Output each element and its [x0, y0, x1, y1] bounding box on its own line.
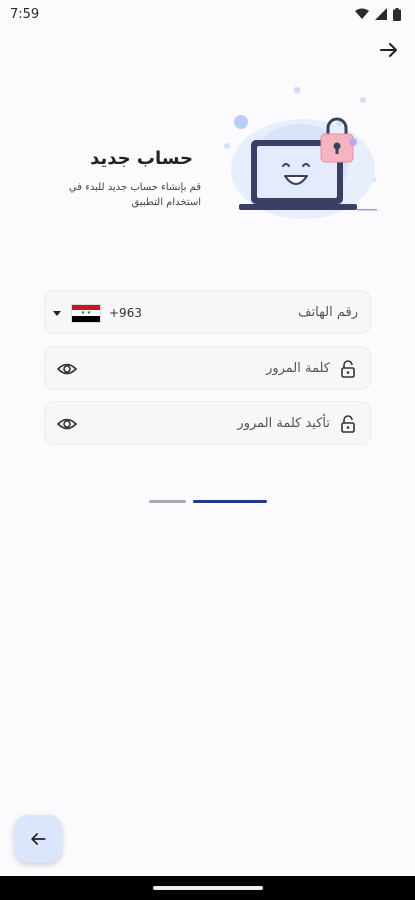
lock-icon [341, 360, 355, 378]
page-indicator-inactive [149, 500, 186, 503]
signal-icon [375, 8, 387, 20]
country-code: +963 [109, 306, 142, 320]
phone-field[interactable]: رقم الهاتف ★ ★ +963 [44, 290, 371, 334]
page-indicator-active [193, 500, 267, 503]
page-title: حساب جديد [90, 148, 193, 169]
lock-icon [341, 415, 355, 433]
password-field[interactable]: كلمة المرور [44, 346, 371, 390]
next-button[interactable] [377, 38, 401, 62]
confirm-password-field[interactable]: تأكيد كلمة المرور [44, 401, 371, 445]
confirm-password-field-label: تأكيد كلمة المرور [237, 415, 330, 431]
phone-field-label: رقم الهاتف [298, 304, 358, 320]
back-button[interactable] [14, 815, 62, 863]
status-bar: 7:59 [0, 0, 415, 28]
chevron-down-icon [53, 310, 61, 316]
wifi-icon [355, 8, 369, 19]
hero-section: حساب جديد قم بإنشاء حساب جديد للبدء في ا… [0, 84, 415, 234]
arrow-right-icon [380, 43, 397, 57]
status-icons [355, 7, 401, 21]
syria-flag-icon: ★ ★ [71, 303, 101, 323]
arrow-left-icon [31, 833, 46, 845]
password-field-label: كلمة المرور [266, 360, 330, 376]
eye-icon[interactable] [57, 414, 77, 434]
page-subtitle: قم بإنشاء حساب جديد للبدء في استخدام الت… [68, 182, 201, 208]
system-navigation-bar [0, 876, 415, 900]
eye-icon[interactable] [57, 359, 77, 379]
home-handle[interactable] [153, 886, 263, 890]
laptop-lock-illustration [224, 86, 377, 219]
country-code-selector[interactable]: ★ ★ +963 [53, 303, 142, 323]
status-time: 7:59 [10, 6, 40, 22]
battery-icon [393, 7, 401, 21]
